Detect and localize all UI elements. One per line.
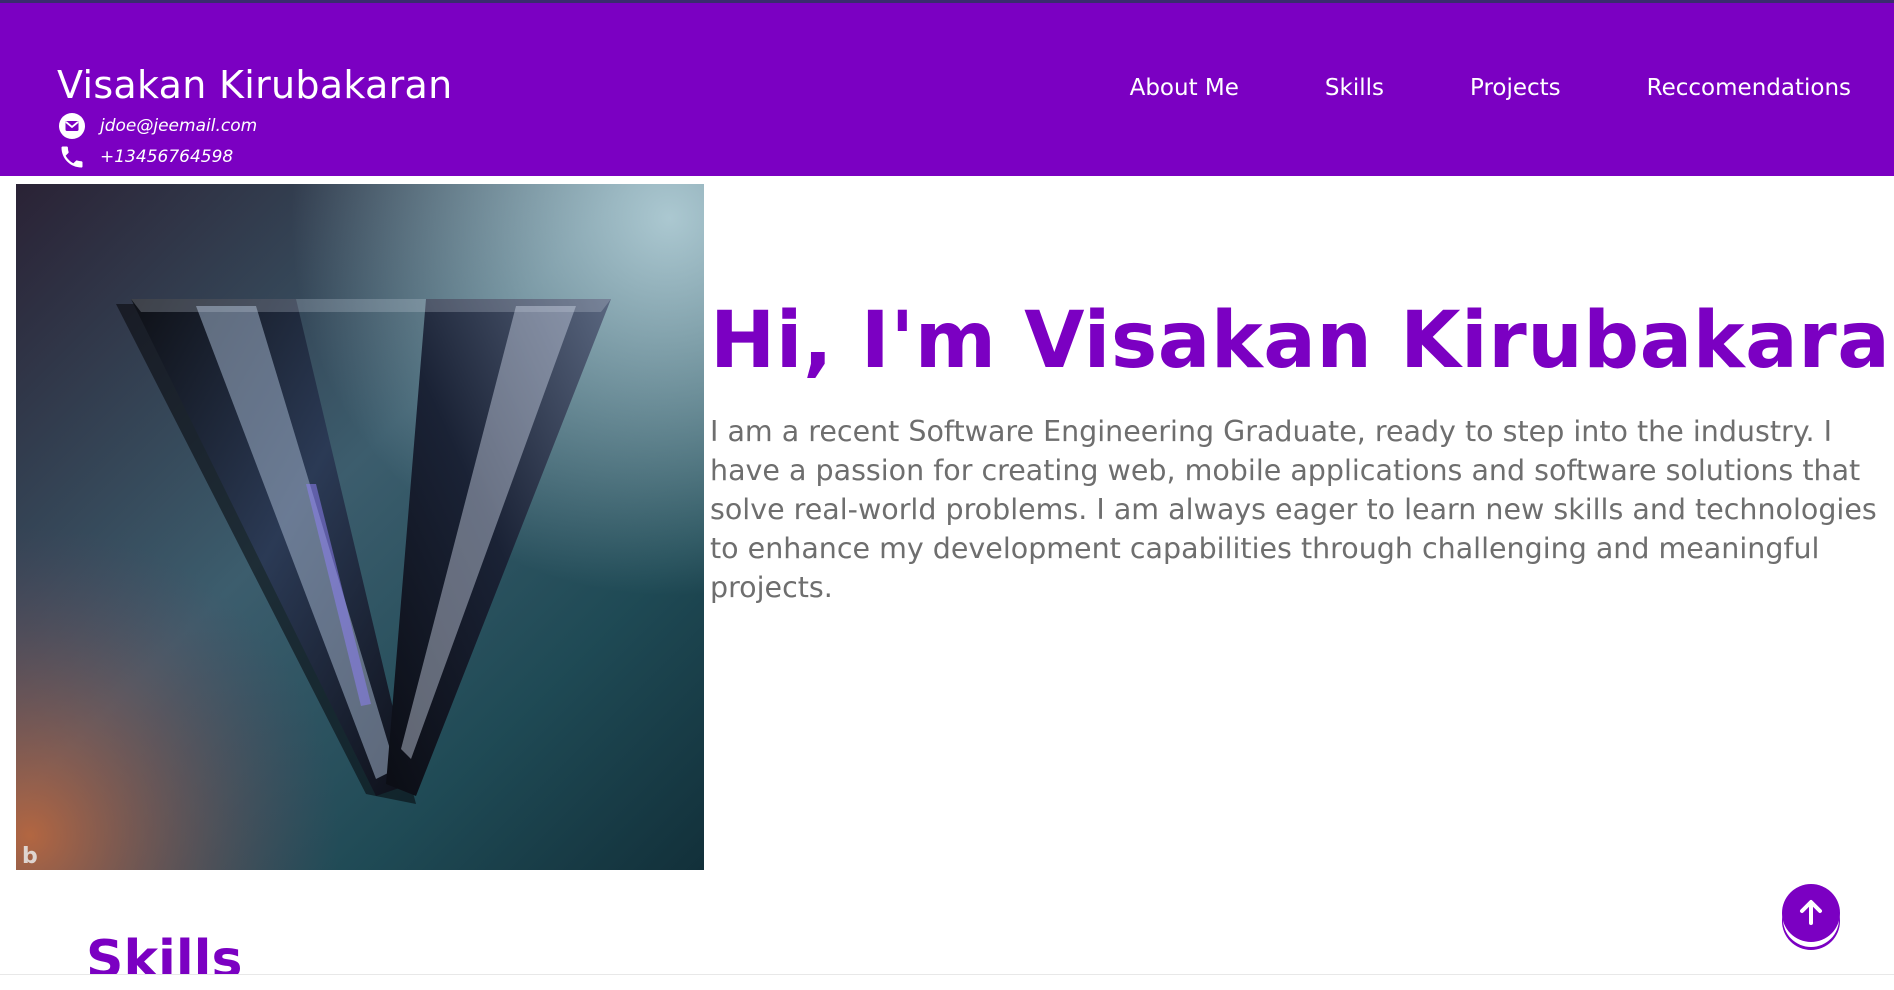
nav-projects[interactable]: Projects (1470, 75, 1561, 101)
profile-image: b (16, 184, 704, 870)
phone-icon (58, 143, 86, 171)
contact-phone: +13456764598 (58, 143, 233, 171)
hero-title: Hi, I'm Visakan Kirubakaran! (710, 296, 1894, 386)
main-nav: About Me Skills Projects Reccomendations (1130, 75, 1851, 101)
nav-skills[interactable]: Skills (1325, 75, 1384, 101)
phone-text[interactable]: +13456764598 (100, 147, 233, 167)
scroll-to-top-button[interactable] (1782, 884, 1840, 942)
contact-email: jdoe@jeemail.com (58, 112, 257, 140)
email-icon (58, 112, 86, 140)
nav-about-me[interactable]: About Me (1130, 75, 1239, 101)
arrow-up-icon (1794, 895, 1828, 932)
page-bottom-edge (0, 974, 1894, 986)
hero-description: I am a recent Software Engineering Gradu… (710, 415, 1877, 604)
site-header: Visakan Kirubakaran jdoe@jeemail.com +13… (0, 3, 1894, 176)
site-brand: Visakan Kirubakaran (57, 63, 453, 107)
svg-text:b: b (22, 844, 38, 869)
email-text[interactable]: jdoe@jeemail.com (100, 116, 257, 136)
nav-recommendations[interactable]: Reccomendations (1647, 75, 1851, 101)
